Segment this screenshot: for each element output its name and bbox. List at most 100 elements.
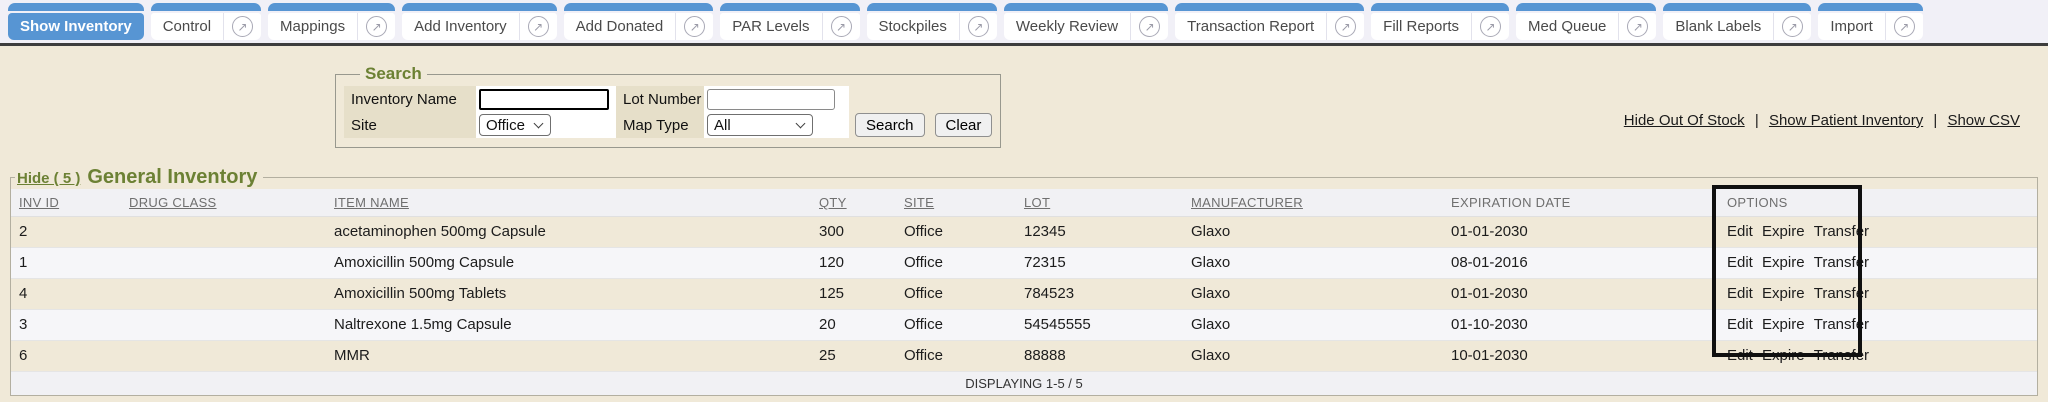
col-site[interactable]: SITE: [904, 195, 934, 210]
tab-fill-reports[interactable]: Fill Reports ↗: [1371, 3, 1509, 40]
popout-icon[interactable]: ↗: [1139, 16, 1160, 37]
table-row: 4 Amoxicillin 500mg Tablets 125 Office 7…: [11, 279, 2037, 310]
site-select[interactable]: Office: [479, 114, 551, 136]
expire-action[interactable]: Expire: [1762, 223, 1805, 240]
tab-cap: [151, 3, 261, 11]
cell-item-name: acetaminophen 500mg Capsule: [326, 217, 811, 248]
tab-med-queue[interactable]: Med Queue ↗: [1516, 3, 1656, 40]
quick-links: Hide Out Of Stock | Show Patient Invento…: [1624, 112, 2020, 129]
tab-control[interactable]: Control ↗: [151, 3, 261, 40]
tab-add-inventory[interactable]: Add Inventory ↗: [402, 3, 557, 40]
show-csv-link[interactable]: Show CSV: [1947, 112, 2020, 129]
arrow-up-right-glyph: ↗: [1341, 21, 1351, 33]
popout-icon[interactable]: ↗: [1894, 16, 1915, 37]
arrow-up-right-glyph: ↗: [973, 21, 983, 33]
cell-drug-class: [121, 279, 326, 310]
tab-import[interactable]: Import ↗: [1818, 3, 1923, 40]
arrow-up-right-glyph: ↗: [1788, 21, 1798, 33]
hide-count-link[interactable]: Hide ( 5 ): [17, 170, 80, 187]
tab-divider: [822, 13, 823, 40]
lot-number-cell: [704, 86, 849, 112]
tab-weekly-review[interactable]: Weekly Review ↗: [1004, 3, 1168, 40]
popout-icon[interactable]: ↗: [1627, 16, 1648, 37]
tab-transaction-report[interactable]: Transaction Report ↗: [1175, 3, 1364, 40]
col-inv-id[interactable]: INV ID: [19, 195, 59, 210]
cell-qty: 20: [811, 310, 896, 341]
map-type-select[interactable]: All: [707, 114, 813, 136]
tab-blank-labels[interactable]: Blank Labels ↗: [1663, 3, 1811, 40]
top-navbar: Show Inventory Control ↗ Mappings ↗ Add …: [0, 0, 2048, 46]
edit-action[interactable]: Edit: [1727, 254, 1753, 271]
transfer-action[interactable]: Transfer: [1814, 223, 1869, 240]
lot-number-input[interactable]: [707, 89, 835, 110]
tab-cap: [1516, 3, 1656, 11]
cell-expiration-date: 01-10-2030: [1443, 310, 1719, 341]
edit-action[interactable]: Edit: [1727, 316, 1753, 333]
popout-icon[interactable]: ↗: [831, 16, 852, 37]
cell-expiration-date: 08-01-2016: [1443, 248, 1719, 279]
transfer-action[interactable]: Transfer: [1814, 285, 1869, 302]
tab-cap: [1175, 3, 1364, 11]
tab-divider: [357, 13, 358, 40]
edit-action[interactable]: Edit: [1727, 223, 1753, 240]
expire-action[interactable]: Expire: [1762, 316, 1805, 333]
transfer-action[interactable]: Transfer: [1814, 316, 1869, 333]
cell-item-name: Naltrexone 1.5mg Capsule: [326, 310, 811, 341]
popout-icon[interactable]: ↗: [684, 16, 705, 37]
transfer-action[interactable]: Transfer: [1814, 254, 1869, 271]
cell-qty: 25: [811, 341, 896, 372]
arrow-up-right-glyph: ↗: [1899, 21, 1909, 33]
header-row: INV ID DRUG CLASS ITEM NAME QTY SITE LOT…: [11, 189, 2037, 217]
show-patient-inventory-link[interactable]: Show Patient Inventory: [1769, 112, 1923, 129]
tab-add-donated[interactable]: Add Donated ↗: [564, 3, 714, 40]
col-manufacturer[interactable]: MANUFACTURER: [1191, 195, 1303, 210]
expire-action[interactable]: Expire: [1762, 254, 1805, 271]
cell-lot: 72315: [1016, 248, 1183, 279]
tab-label: Control: [151, 18, 223, 35]
cell-drug-class: [121, 248, 326, 279]
edit-action[interactable]: Edit: [1727, 347, 1753, 364]
popout-icon[interactable]: ↗: [366, 16, 387, 37]
popout-icon[interactable]: ↗: [1782, 16, 1803, 37]
col-drug-class[interactable]: DRUG CLASS: [129, 195, 217, 210]
inventory-table: INV ID DRUG CLASS ITEM NAME QTY SITE LOT…: [11, 189, 2037, 395]
search-panel: Search Inventory Name Lot Number Site Of…: [335, 64, 1001, 148]
popout-icon[interactable]: ↗: [1335, 16, 1356, 37]
inventory-name-label: Inventory Name: [344, 86, 476, 112]
tab-par-levels[interactable]: PAR Levels ↗: [720, 3, 859, 40]
col-item-name[interactable]: ITEM NAME: [334, 195, 409, 210]
cell-expiration-date: 01-01-2030: [1443, 217, 1719, 248]
chevron-down-icon: [534, 119, 544, 129]
col-qty[interactable]: QTY: [819, 195, 847, 210]
tab-stockpiles[interactable]: Stockpiles ↗: [867, 3, 997, 40]
cell-manufacturer: Glaxo: [1183, 279, 1443, 310]
expire-action[interactable]: Expire: [1762, 285, 1805, 302]
cell-lot: 54545555: [1016, 310, 1183, 341]
tab-mappings[interactable]: Mappings ↗: [268, 3, 395, 40]
table-row: 3 Naltrexone 1.5mg Capsule 20 Office 545…: [11, 310, 2037, 341]
search-button[interactable]: Search: [855, 113, 925, 137]
tab-label: Import: [1818, 18, 1885, 35]
arrow-up-right-glyph: ↗: [836, 21, 846, 33]
inventory-name-cell: [476, 86, 616, 112]
inventory-name-input[interactable]: [479, 89, 609, 110]
popout-icon[interactable]: ↗: [232, 16, 253, 37]
cell-inv-id: 1: [11, 248, 121, 279]
cell-drug-class: [121, 217, 326, 248]
col-lot[interactable]: LOT: [1024, 195, 1050, 210]
popout-icon[interactable]: ↗: [1480, 16, 1501, 37]
cell-manufacturer: Glaxo: [1183, 248, 1443, 279]
edit-action[interactable]: Edit: [1727, 285, 1753, 302]
hide-out-of-stock-link[interactable]: Hide Out Of Stock: [1624, 112, 1745, 129]
clear-button[interactable]: Clear: [935, 113, 993, 137]
map-type-select-value: All: [714, 117, 731, 134]
popout-icon[interactable]: ↗: [968, 16, 989, 37]
expire-action[interactable]: Expire: [1762, 347, 1805, 364]
cell-site: Office: [896, 279, 1016, 310]
tab-divider: [959, 13, 960, 40]
transfer-action[interactable]: Transfer: [1814, 347, 1869, 364]
tab-label: Add Donated: [564, 18, 676, 35]
popout-icon[interactable]: ↗: [528, 16, 549, 37]
link-separator: |: [1755, 112, 1759, 129]
tab-show-inventory[interactable]: Show Inventory: [8, 3, 144, 40]
